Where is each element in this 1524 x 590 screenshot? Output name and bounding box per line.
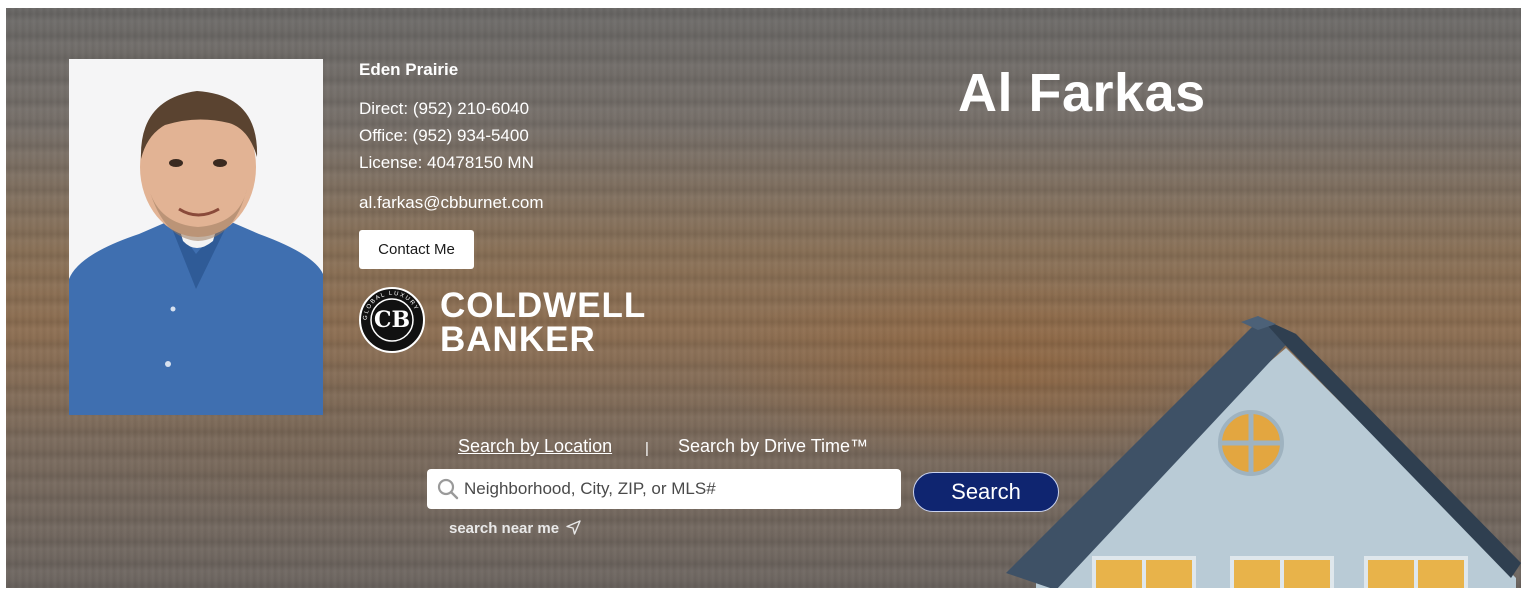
search-near-me-link[interactable]: search near me — [449, 520, 581, 537]
house-illustration — [1006, 316, 1521, 588]
license-number: License: 40478150 MN — [359, 153, 534, 172]
search-box[interactable] — [427, 469, 901, 509]
tab-search-by-drive-time[interactable]: Search by Drive Time™ — [678, 436, 868, 457]
search-input[interactable] — [464, 469, 894, 509]
search-near-me-label: search near me — [449, 520, 560, 537]
logo-word-banker: BANKER — [440, 320, 596, 359]
agent-email[interactable]: al.farkas@cbburnet.com — [359, 193, 544, 213]
coldwell-banker-logo: GLOBAL LUXURY CB COLDWELL BANKER — [359, 287, 669, 357]
search-icon — [437, 478, 459, 500]
location-arrow-icon — [566, 520, 581, 535]
badge-initials: CB — [373, 307, 411, 333]
office-phone[interactable]: Office: (952) 934-5400 — [359, 126, 529, 146]
logo-word-coldwell: COLDWELL — [440, 286, 647, 325]
contact-me-button[interactable]: Contact Me — [359, 230, 474, 269]
search-button[interactable]: Search — [913, 472, 1059, 512]
direct-phone[interactable]: Direct: (952) 210-6040 — [359, 99, 529, 119]
agent-name-heading: Al Farkas — [958, 63, 1206, 123]
tab-search-by-location[interactable]: Search by Location — [458, 436, 612, 457]
agent-photo — [69, 59, 323, 415]
office-name: Eden Prairie — [359, 60, 459, 79]
tab-divider: | — [645, 440, 649, 457]
